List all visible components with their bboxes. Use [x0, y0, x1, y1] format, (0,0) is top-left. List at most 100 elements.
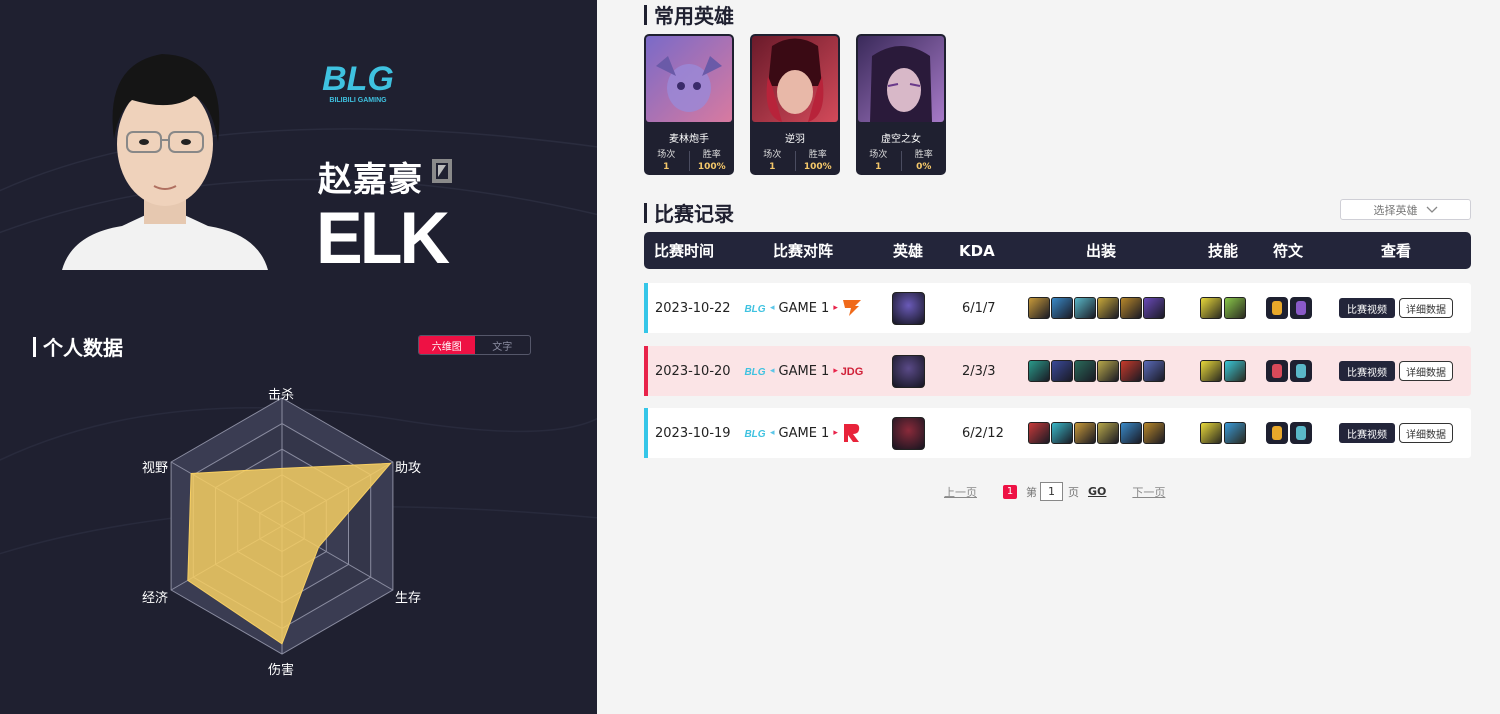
vs-arrow-icon: ▸: [833, 366, 838, 376]
radar-label-survive: 生存: [395, 591, 422, 606]
team-mini-logo: BLG: [744, 367, 765, 377]
hero-winrate: 胜率 0%: [902, 149, 947, 173]
hero-played: 场次 1: [856, 149, 901, 173]
stats-view-toggle[interactable]: 六维图 文字: [418, 335, 531, 355]
hero-card[interactable]: 虚空之女 场次 1 胜率 0%: [856, 34, 946, 175]
detail-data-button[interactable]: 详细数据: [1399, 361, 1453, 381]
hero-cell[interactable]: [892, 408, 925, 458]
result-accent: [644, 283, 648, 333]
hero-cell[interactable]: [892, 346, 925, 396]
opponent: [841, 283, 863, 333]
hero-name: 虚空之女: [881, 134, 921, 145]
item-icon: [1074, 297, 1096, 319]
hero-select-value: 选择英雄: [1373, 203, 1418, 217]
header-spells: 技能: [1208, 242, 1239, 260]
match-video-button[interactable]: 比赛视频: [1339, 298, 1395, 318]
winrate-value: 100%: [803, 162, 832, 172]
kda: 6/2/12: [962, 425, 1004, 441]
header-matchup: 比赛对阵: [773, 242, 834, 260]
played-value: 1: [769, 162, 776, 172]
winrate-label: 胜率: [702, 150, 721, 160]
spell-icon: [1224, 422, 1246, 444]
spells: [1200, 408, 1246, 458]
spell-icon: [1224, 297, 1246, 319]
opponent: JDG: [841, 346, 863, 396]
hero-name: 逆羽: [785, 134, 805, 145]
hero-card[interactable]: 逆羽 场次 1 胜率 100%: [750, 34, 840, 175]
rune-icon: [1290, 297, 1312, 319]
spell-icon: [1200, 297, 1222, 319]
match-video-button[interactable]: 比赛视频: [1339, 423, 1395, 443]
vs-arrow-icon: ◂: [770, 428, 775, 438]
header-runes: 符文: [1273, 242, 1304, 260]
hero-portrait: [858, 36, 944, 122]
page-prefix: 第: [1026, 485, 1037, 499]
hero-thumbnail[interactable]: [892, 416, 925, 450]
hero-name: 麦林炮手: [669, 134, 709, 145]
hero-stats: 场次 1 胜率 100%: [644, 149, 734, 173]
vs-arrow-icon: ▸: [833, 428, 838, 438]
page-input[interactable]: 1: [1040, 482, 1063, 501]
kda: 2/3/3: [962, 363, 996, 379]
hero-thumbnail[interactable]: [892, 291, 925, 325]
kda: 6/1/7: [962, 300, 996, 316]
actions: 比赛视频 详细数据: [1339, 346, 1453, 396]
detail-data-button[interactable]: 详细数据: [1399, 298, 1453, 318]
player-id: ELK: [316, 197, 450, 279]
hero-winrate: 胜率 100%: [796, 149, 841, 173]
item-icon: [1143, 422, 1165, 444]
go-button[interactable]: GO: [1088, 485, 1106, 498]
item-icon: [1143, 360, 1165, 382]
spell-icon: [1200, 422, 1222, 444]
stats-title-text: 个人数据: [43, 336, 123, 360]
actions: 比赛视频 详细数据: [1339, 408, 1453, 458]
winrate-value: 100%: [697, 162, 726, 172]
item-icon: [1143, 297, 1165, 319]
items: [1028, 283, 1165, 333]
svg-text:BILIBILI GAMING: BILIBILI GAMING: [329, 97, 387, 104]
runes: [1266, 346, 1312, 396]
toggle-text[interactable]: 文字: [475, 336, 531, 354]
current-page[interactable]: 1: [1003, 484, 1017, 499]
match-date: 2023-10-19: [655, 425, 731, 441]
rune-icon: [1290, 422, 1312, 444]
result-accent: [644, 346, 648, 396]
game-label: GAME 1: [778, 425, 830, 441]
rune-icon: [1266, 360, 1288, 382]
detail-data-button[interactable]: 详细数据: [1399, 423, 1453, 443]
player-panel: BLG BILIBILI GAMING 赵嘉豪 ELK 个人数据 六维图 文字 …: [0, 0, 597, 714]
opponent-logo: [844, 424, 860, 442]
actions: 比赛视频 详细数据: [1339, 283, 1453, 333]
radar-label-damage: 伤害: [268, 663, 295, 678]
played-label: 场次: [657, 150, 676, 160]
next-page-link[interactable]: 下一页: [1132, 484, 1165, 500]
match-row: 2023-10-20 BLG ◂ GAME 1 ▸ JDG 2/3/3 比赛视频 详细数据: [644, 346, 1471, 396]
hero-thumbnail[interactable]: [892, 354, 925, 388]
match-date: 2023-10-22: [655, 300, 731, 316]
radar-label-assist: 助攻: [395, 461, 422, 476]
spells: [1200, 283, 1246, 333]
title-bar-mark: [644, 202, 647, 223]
hero-select-dropdown[interactable]: 选择英雄: [1340, 199, 1471, 220]
vs-arrow-icon: ▸: [833, 303, 838, 313]
team-mini-logo: BLG: [744, 304, 765, 314]
prev-page-link[interactable]: 上一页: [944, 484, 977, 500]
hero-cell[interactable]: [892, 283, 925, 333]
match-table-header: 比赛时间 比赛对阵 英雄 KDA 出装 技能 符文 查看: [644, 232, 1471, 269]
radar-label-vision: 视野: [142, 461, 169, 476]
match-row: 2023-10-19 BLG ◂ GAME 1 ▸ 6/2/12 比赛视频 详细数据: [644, 408, 1471, 458]
item-icon: [1028, 360, 1050, 382]
winrate-label: 胜率: [808, 150, 827, 160]
hero-card[interactable]: 麦林炮手 场次 1 胜率 100%: [644, 34, 734, 175]
toggle-radar[interactable]: 六维图: [419, 336, 475, 354]
title-bar-mark: [33, 336, 36, 357]
hero-portrait: [646, 36, 732, 122]
rune-icon: [1266, 422, 1288, 444]
game-label: GAME 1: [778, 300, 830, 316]
hero-winrate: 胜率 100%: [690, 149, 735, 173]
vs-arrow-icon: ◂: [770, 366, 775, 376]
match-video-button[interactable]: 比赛视频: [1339, 361, 1395, 381]
matchup: BLG ◂ GAME 1 ▸: [744, 283, 842, 333]
stats-section-title: 个人数据: [33, 332, 123, 361]
hero-stats: 场次 1 胜率 0%: [856, 149, 946, 173]
